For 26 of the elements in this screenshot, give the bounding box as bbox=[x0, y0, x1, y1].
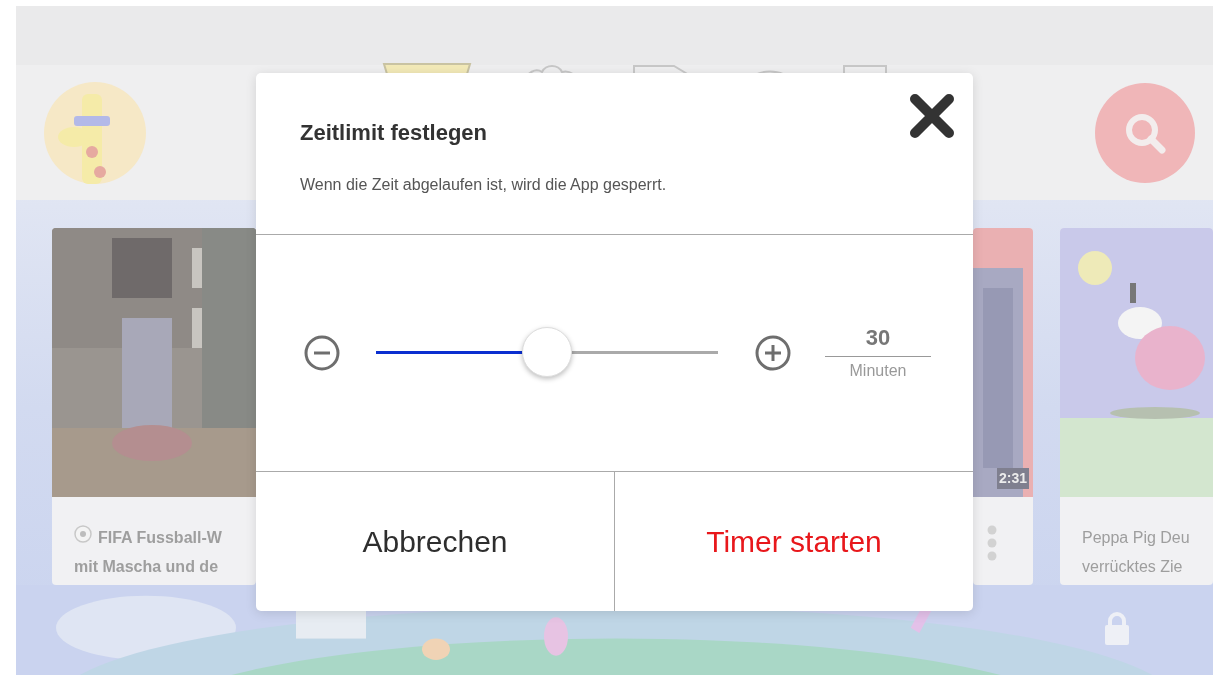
increase-button[interactable] bbox=[755, 335, 791, 371]
video-title: Peppa Pig Deu bbox=[1082, 528, 1190, 548]
video-card[interactable]: Peppa Pig Deu verrücktes Zie bbox=[1060, 228, 1213, 585]
minus-circle-icon bbox=[304, 335, 340, 371]
cancel-button[interactable]: Abbrechen bbox=[256, 472, 614, 611]
giraffe-avatar-icon[interactable] bbox=[44, 81, 146, 184]
dialog-title: Zeitlimit festlegen bbox=[300, 119, 489, 147]
slider-thumb[interactable] bbox=[522, 327, 572, 377]
lock-icon[interactable] bbox=[1104, 612, 1130, 646]
dialog-message: Wenn die Zeit abgelaufen ist, wird die App gesperrt. bbox=[300, 175, 668, 195]
video-card[interactable]: FIFA Fussball-W mit Mascha und de bbox=[52, 228, 256, 585]
time-slider[interactable] bbox=[376, 327, 718, 379]
plus-circle-icon bbox=[755, 335, 791, 371]
video-title: mit Mascha und de bbox=[74, 557, 220, 577]
soccer-ball-icon bbox=[74, 525, 92, 543]
more-options-icon[interactable] bbox=[987, 525, 997, 561]
close-icon bbox=[909, 93, 955, 139]
close-button[interactable] bbox=[907, 91, 957, 141]
video-title: FIFA Fussball-W bbox=[98, 528, 222, 548]
start-timer-button[interactable]: Timer starten bbox=[614, 472, 973, 611]
minutes-unit: Minuten bbox=[849, 360, 907, 381]
minutes-value: 30 bbox=[825, 323, 931, 357]
decrease-button[interactable] bbox=[304, 335, 340, 371]
video-title: verrücktes Zie bbox=[1082, 557, 1184, 577]
duration-label: 2:31 bbox=[996, 468, 1029, 489]
video-card[interactable]: 2:31 bbox=[973, 228, 1033, 585]
